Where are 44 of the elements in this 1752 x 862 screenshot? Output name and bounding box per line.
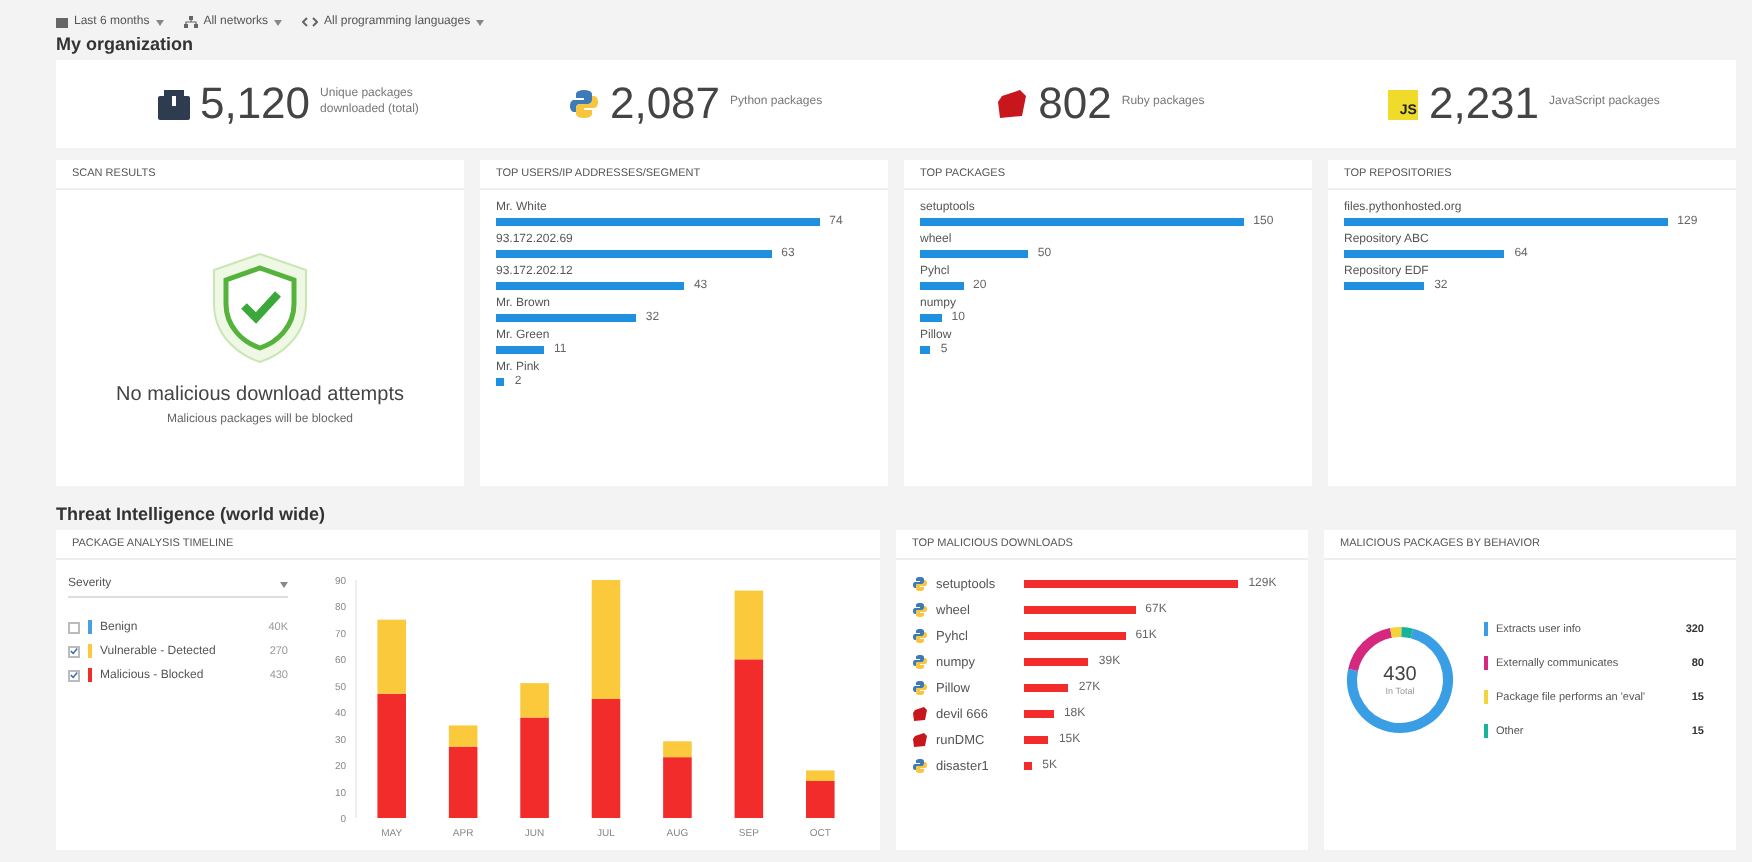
- bar: [591, 699, 621, 818]
- bar: [920, 282, 964, 290]
- section-title: Threat Intelligence (world wide): [56, 504, 328, 524]
- python-icon: [912, 758, 928, 774]
- bar: [1024, 762, 1033, 770]
- bar: [1344, 282, 1425, 290]
- python-icon: [912, 654, 928, 670]
- section-title: My organization: [56, 34, 196, 54]
- bar: [1024, 632, 1126, 640]
- caret-icon: [274, 19, 283, 25]
- total-value: 430: [1383, 664, 1417, 686]
- bar: [920, 314, 942, 322]
- shield-check-icon: [210, 251, 310, 363]
- stat-value: 802: [1038, 78, 1112, 130]
- gem-icon: [996, 88, 1029, 120]
- caret-icon: [155, 19, 164, 25]
- python-icon: [912, 602, 928, 618]
- caret-icon: [476, 19, 485, 25]
- caret-icon: [280, 581, 288, 587]
- bar: [920, 346, 931, 354]
- package-icon: [157, 89, 190, 119]
- checkbox[interactable]: [68, 669, 80, 681]
- bar: [496, 314, 636, 322]
- stat-value: 2,231: [1428, 78, 1540, 130]
- status-message: No malicious download attempts: [116, 383, 404, 405]
- bar: [496, 346, 545, 354]
- bar: [1024, 684, 1069, 692]
- python-icon: [567, 88, 600, 120]
- code-icon: [302, 16, 319, 28]
- bar: [1024, 710, 1054, 718]
- bar: [1024, 658, 1089, 666]
- bar: [1024, 606, 1136, 614]
- bar: [591, 580, 621, 699]
- python-icon: [912, 680, 928, 696]
- python-icon: [912, 576, 928, 592]
- stat-value: 2,087: [609, 78, 721, 130]
- stat-value: 5,120: [199, 78, 311, 130]
- bar: [1024, 736, 1049, 744]
- checkbox[interactable]: [68, 645, 80, 657]
- bar: [920, 250, 1028, 258]
- checkbox[interactable]: [68, 621, 80, 633]
- python-icon: [912, 628, 928, 644]
- bar: [496, 378, 505, 386]
- network-icon: [183, 16, 198, 28]
